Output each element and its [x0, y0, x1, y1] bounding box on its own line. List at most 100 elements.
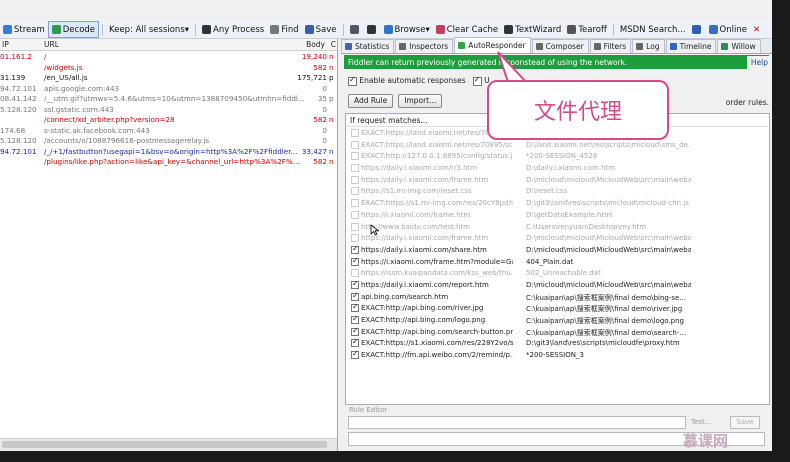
rule-enabled-checkbox[interactable]: [351, 152, 359, 161]
rule-enabled-checkbox[interactable]: [351, 234, 359, 243]
rule-enabled-checkbox[interactable]: [351, 129, 359, 137]
tab-composer[interactable]: Composer: [531, 39, 589, 53]
tab-filters[interactable]: Filters: [589, 39, 632, 53]
toolbar-screenshot-button[interactable]: [347, 22, 364, 37]
rule-action: 404_Plain.dat: [526, 257, 574, 266]
toolbar-keep-button[interactable]: Keep: All sessions ▾: [106, 22, 192, 37]
session-row[interactable]: 08.41.142 /__utm.gif?utmwv=5.4.6&utms=10&…: [0, 93, 337, 104]
add-rule-button[interactable]: Add Rule: [348, 94, 394, 108]
rule-enabled-checkbox[interactable]: [351, 326, 359, 336]
rule-enabled-checkbox[interactable]: [351, 291, 359, 301]
rule-row[interactable]: api.bing.com/search.htm C:\kuaipan\ap\搜索框…: [346, 291, 769, 303]
rule-row[interactable]: https://daily.i.xiaomi.com/share.htm D:\m…: [346, 244, 769, 256]
rule-enabled-checkbox[interactable]: [351, 302, 359, 313]
session-row[interactable]: 94.72.101 apis.google.com:443 0: [0, 83, 337, 94]
toolbar-clearcache-button[interactable]: Clear Cache: [433, 22, 501, 37]
rule-row[interactable]: https://i.xiaomi.com/frame.htm?module=Ga…: [346, 256, 769, 268]
toolbar-close-button[interactable]: ✕: [750, 22, 763, 37]
rule-enabled-checkbox[interactable]: [351, 164, 359, 173]
rule-buttons: Add Rule Import...: [348, 94, 443, 108]
rule-enabled-checkbox[interactable]: [351, 244, 359, 254]
column-ip[interactable]: IP: [2, 40, 9, 49]
tab-log[interactable]: Log: [632, 39, 665, 53]
rule-row[interactable]: EXACT:http://127.0.0.1:8895/config/statu…: [346, 150, 769, 162]
session-row[interactable]: 94.72.101 /_/+1/fastbutton?usegapi=1&bsv=…: [0, 146, 337, 157]
toolbar-online-button[interactable]: Online: [706, 22, 750, 37]
tab-inspectors[interactable]: Inspectors: [395, 39, 454, 53]
column-body[interactable]: Body: [306, 40, 325, 49]
rule-enabled-checkbox[interactable]: [351, 199, 359, 208]
session-row[interactable]: /plugins/like.php?action=like&api_key=&c…: [0, 156, 337, 167]
rule-enabled-checkbox[interactable]: [351, 210, 359, 219]
rule-row[interactable]: https://daily.i.xiaomi.com/frame.htm D:\m…: [346, 174, 769, 186]
toolbar-help-button[interactable]: [689, 22, 706, 37]
session-row[interactable]: 174.68 s-static.ak.facebook.com:443 0: [0, 125, 337, 136]
test-button[interactable]: Test...: [691, 418, 711, 426]
rule-enabled-checkbox[interactable]: [351, 256, 359, 266]
rule-row[interactable]: EXACT:http://api.bing.com/search-button.…: [346, 326, 769, 338]
willow-icon: [721, 42, 729, 50]
column-c[interactable]: C: [331, 40, 336, 49]
rule-action: D:\daily.i.xiaomi.com.htm: [526, 164, 616, 173]
scrollbar-thumb[interactable]: [2, 441, 327, 448]
toolbar-process-button[interactable]: Any Process: [199, 22, 267, 37]
rule-row[interactable]: https://s1.mi-img.com/reset.css D:\reset.…: [346, 185, 769, 197]
tab-timeline[interactable]: Timeline: [665, 39, 717, 53]
rule-row[interactable]: EXACT:http://api.bing.com/logo.png C:\kua…: [346, 314, 769, 326]
rule-enabled-checkbox[interactable]: [351, 140, 359, 149]
rule-row[interactable]: https://daily.i.xiaomi.com/frame.htm D:\m…: [346, 232, 769, 244]
rule-row[interactable]: EXACT:https://s1.mi-img.com/res/20cY8pd/…: [346, 197, 769, 209]
toolbar-tearoff-button[interactable]: Tearoff: [564, 22, 610, 37]
toolbar-find-button[interactable]: Find: [267, 22, 301, 37]
session-url: /accounts/o/1088796616-postmessagerelay.…: [44, 136, 210, 145]
rule-row[interactable]: EXACT:https://s1.xiaomi.com/res/228Y2vo/…: [346, 337, 769, 349]
rule-row[interactable]: EXACT:http://fm.api.weibo.com/2/remind/p…: [346, 349, 769, 361]
rule-enabled-checkbox[interactable]: [351, 337, 359, 348]
session-row[interactable]: /connect/xd_arbiter.php?version=28 582 n: [0, 114, 337, 125]
rule-enabled-checkbox[interactable]: [351, 279, 359, 289]
rules-list: If request matches... EXACT:https://land…: [345, 113, 770, 405]
rule-action: C:\kuaipan\ap\搜索框案例\final demo\search-..…: [526, 328, 687, 337]
rule-action: C:\kuaipan\ap\搜索框案例\final demo\logo.png: [526, 317, 684, 325]
save-rule-button[interactable]: Save: [730, 416, 760, 429]
session-row[interactable]: 01.161.2 / 19,240 n: [0, 51, 337, 62]
rule-enabled-checkbox[interactable]: [351, 349, 359, 360]
rule-action: 502_Unreachable.dat: [526, 269, 601, 278]
session-row[interactable]: 5.128.120 ssl.gstatic.com:443 0: [0, 104, 337, 115]
enable-responses-checkbox[interactable]: [348, 75, 357, 86]
session-row[interactable]: 5.128.120/accounts/o/1088796616-postmess…: [0, 135, 337, 146]
rule-enabled-checkbox[interactable]: [351, 222, 359, 231]
rule-row[interactable]: https://i.xiaomi.com/frame.htm D:\getData…: [346, 209, 769, 221]
rule-row[interactable]: https://issm.kuaipandata.com/kss_web/thu…: [346, 267, 769, 279]
help-link[interactable]: Help: [746, 56, 772, 69]
session-row[interactable]: /widgets.js 582 n: [0, 62, 337, 73]
match-input[interactable]: [348, 416, 686, 429]
column-url[interactable]: URL: [44, 40, 59, 49]
rule-row[interactable]: http://www.baidu.com/test.htm C:\Users\re…: [346, 221, 769, 233]
tab-autoresponder[interactable]: AutoResponder: [454, 37, 531, 53]
timer-icon: [366, 25, 376, 34]
rule-row[interactable]: https://daily.i.xiaomi.com/report.htm D:\…: [346, 279, 769, 291]
rule-row[interactable]: EXACT:https://land.xiaomi.net/res/70895/…: [346, 139, 769, 151]
tab-statistics[interactable]: Statistics: [341, 39, 395, 53]
toolbar-msdn-button[interactable]: MSDN Search...: [617, 22, 689, 37]
rule-match: EXACT:https://s1.xiaomi.com/res/228Y2vo/…: [361, 339, 513, 348]
toolbar-decode-button[interactable]: Decode: [47, 21, 100, 38]
toolbar-timer-button[interactable]: [364, 22, 381, 37]
toolbar-textwizard-button[interactable]: TextWizard: [501, 22, 564, 37]
horizontal-scrollbar[interactable]: [0, 438, 337, 451]
import-button[interactable]: Import...: [398, 94, 443, 108]
rule-enabled-checkbox[interactable]: [351, 269, 359, 278]
session-body: 582: [313, 115, 327, 124]
rule-enabled-checkbox[interactable]: [351, 187, 359, 196]
toolbar-stream-button[interactable]: Stream: [0, 22, 48, 37]
rule-row[interactable]: https://daily.i.xiaomi.com/r/3.htm D:\dai…: [346, 162, 769, 174]
chevron-down-icon: ▾: [184, 24, 190, 35]
tab-willow[interactable]: Willow: [717, 39, 761, 53]
toolbar-browse-button[interactable]: Browse ▾: [381, 22, 433, 37]
session-row[interactable]: 31.139/en_US/all.js 175,721 p: [0, 72, 337, 83]
toolbar-save-button[interactable]: Save: [302, 22, 340, 37]
rule-enabled-checkbox[interactable]: [351, 314, 359, 324]
rule-row[interactable]: EXACT:http://api.bing.com/river.jpg C:\ku…: [346, 302, 769, 314]
rule-enabled-checkbox[interactable]: [351, 175, 359, 184]
